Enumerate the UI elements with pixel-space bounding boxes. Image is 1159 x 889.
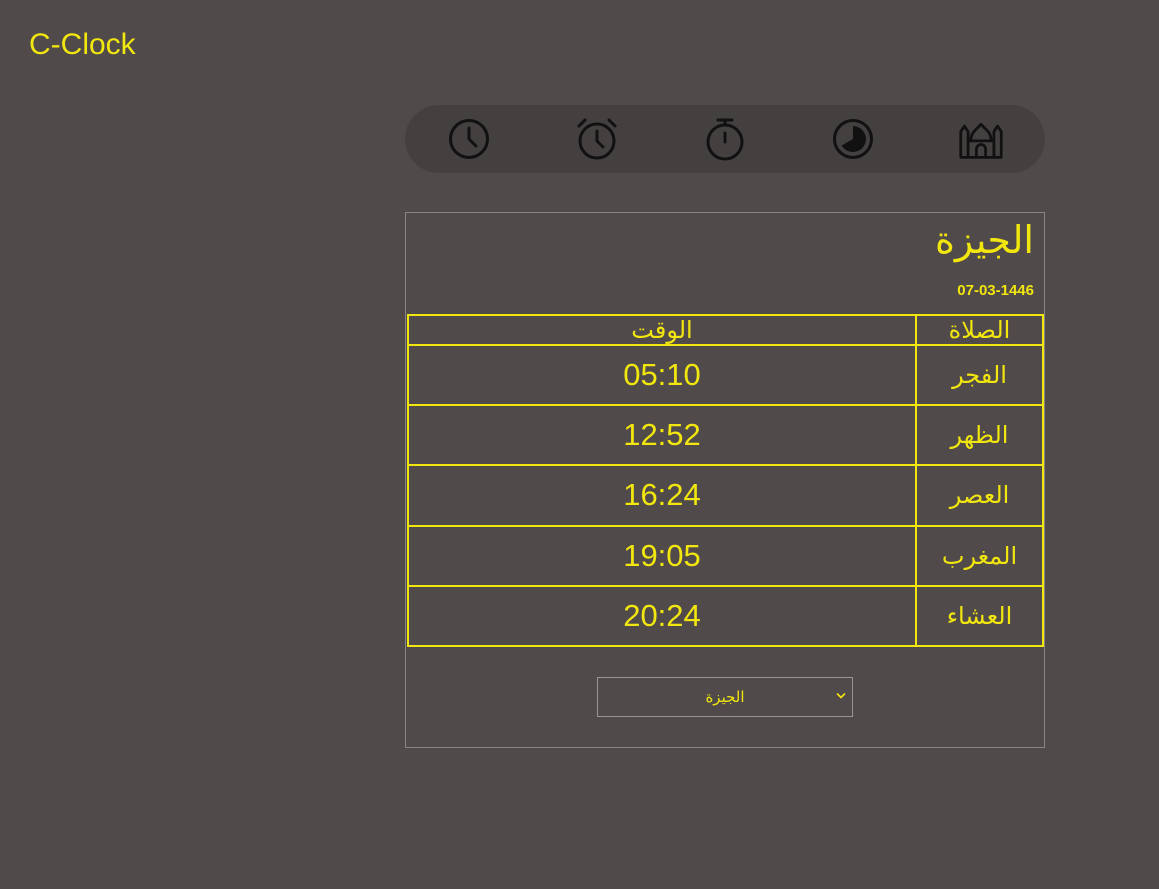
- header-prayer: الصلاة: [915, 314, 1044, 346]
- city-select-value: الجيزة: [705, 688, 745, 706]
- prayer-name: العشاء: [915, 584, 1044, 648]
- prayer-name: الفجر: [915, 343, 1044, 407]
- table-row: الفجر 05:10: [407, 343, 1044, 407]
- mosque-icon: [959, 122, 1003, 159]
- stopwatch-icon: [706, 118, 744, 161]
- table-row: العصر 16:24: [407, 464, 1044, 527]
- timer-icon: [833, 119, 873, 159]
- hijri-date: 07-03-1446: [957, 282, 1034, 299]
- nav-alarm-button[interactable]: [574, 118, 620, 160]
- table-row: المغرب 19:05: [407, 524, 1044, 587]
- city-select[interactable]: الجيزة: [597, 677, 853, 717]
- mode-navigation: [405, 105, 1045, 173]
- city-title: الجيزة: [934, 218, 1034, 262]
- header-time: الوقت: [407, 314, 917, 346]
- table-row: العشاء 20:24: [407, 584, 1044, 648]
- prayer-time: 12:52: [407, 404, 917, 467]
- nav-timer-button[interactable]: [830, 119, 876, 159]
- prayer-times-table: الصلاة الوقت الفجر 05:10 الظهر 12:52 الع…: [407, 314, 1044, 648]
- app-brand-link[interactable]: C-Clock: [29, 27, 136, 63]
- prayer-time: 19:05: [407, 524, 917, 587]
- alarm-clock-icon: [577, 118, 617, 160]
- prayer-name: العصر: [915, 464, 1044, 527]
- prayer-times-panel: الجيزة 07-03-1446 الصلاة الوقت الفجر 05:…: [405, 212, 1045, 748]
- prayer-time: 05:10: [407, 343, 917, 407]
- table-header-row: الصلاة الوقت: [407, 314, 1044, 346]
- prayer-time: 16:24: [407, 464, 917, 527]
- clock-icon: [449, 119, 489, 159]
- nav-prayer-times-button[interactable]: [958, 119, 1004, 159]
- nav-clock-button[interactable]: [446, 119, 492, 159]
- chevron-down-icon: [836, 693, 846, 699]
- nav-stopwatch-button[interactable]: [702, 118, 748, 161]
- prayer-time: 20:24: [407, 584, 917, 648]
- prayer-name: المغرب: [915, 524, 1044, 587]
- prayer-name: الظهر: [915, 404, 1044, 467]
- table-row: الظهر 12:52: [407, 404, 1044, 467]
